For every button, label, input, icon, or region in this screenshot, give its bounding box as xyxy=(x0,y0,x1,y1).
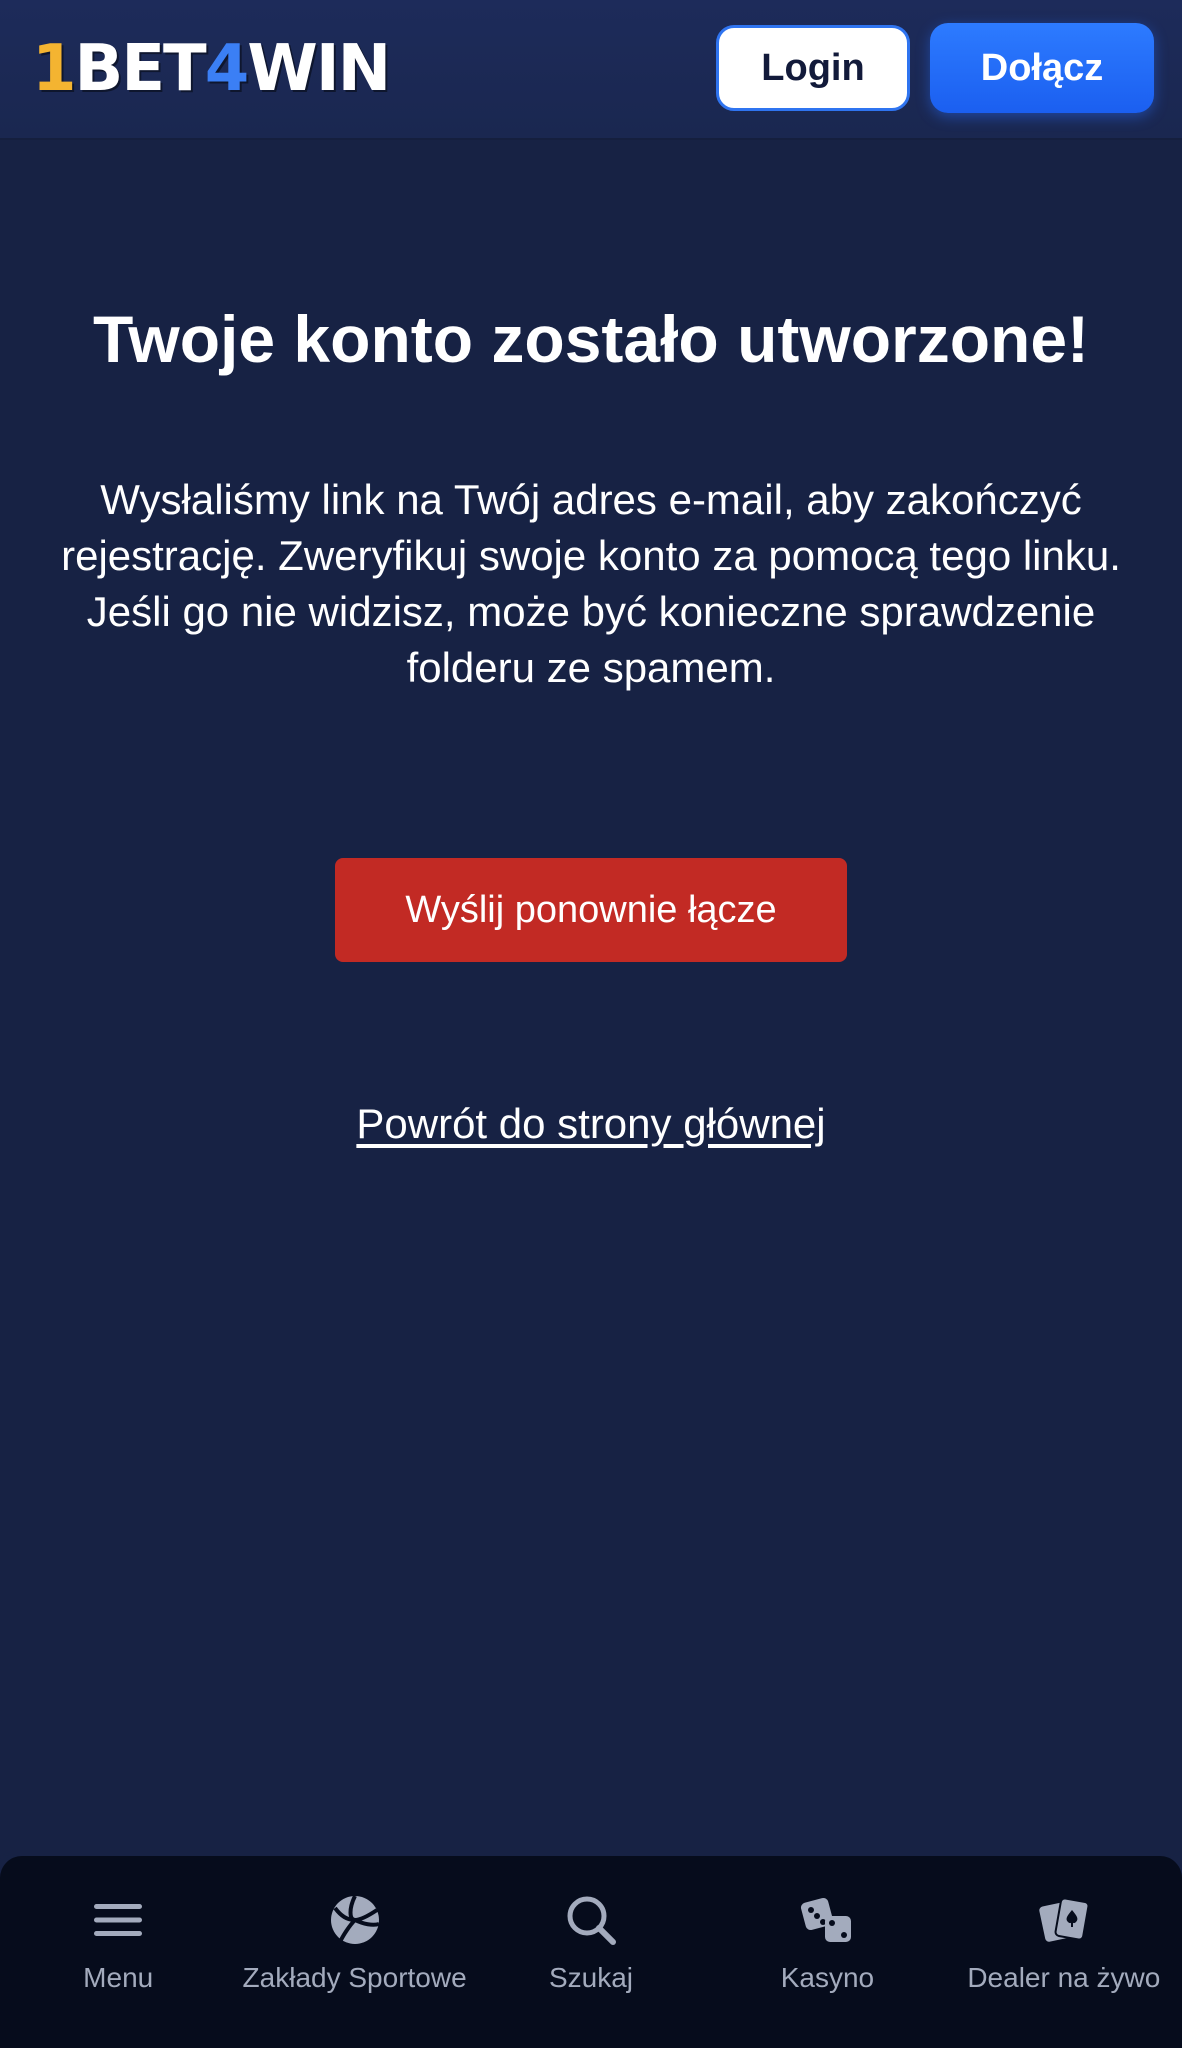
back-to-home-link[interactable]: Powrót do strony głównej xyxy=(0,1100,1182,1148)
nav-item-casino[interactable]: Kasyno xyxy=(709,1856,945,2048)
cards-icon xyxy=(1036,1892,1092,1948)
volleyball-icon xyxy=(327,1892,383,1948)
logo-part-1: 1 xyxy=(32,32,77,106)
nav-label-sports-betting: Zakłady Sportowe xyxy=(242,1962,467,1993)
page: 1 BET 4 WIN Login Dołącz Twoje konto został… xyxy=(0,0,1182,2048)
login-button[interactable]: Login xyxy=(716,25,910,111)
resend-link-button[interactable]: Wyślij ponownie łącze xyxy=(335,858,847,962)
logo-part-4: WIN xyxy=(247,32,391,106)
nav-label-live-dealer: Dealer na żywo xyxy=(967,1962,1161,1993)
header: 1 BET 4 WIN Login Dołącz xyxy=(0,0,1182,138)
bottom-navigation: Menu Zakłady Sportowe Szukaj Kasyno Deal… xyxy=(0,1856,1182,2048)
nav-item-live-dealer[interactable]: Dealer na żywo xyxy=(946,1856,1182,2048)
confirmation-message: Wysłaliśmy link na Twój adres e-mail, ab… xyxy=(61,476,1121,691)
brand-logo[interactable]: 1 BET 4 WIN xyxy=(32,32,391,106)
search-icon xyxy=(563,1892,619,1948)
menu-icon xyxy=(90,1892,146,1948)
nav-item-search[interactable]: Szukaj xyxy=(473,1856,709,2048)
nav-label-search: Szukaj xyxy=(548,1962,634,1993)
nav-label-casino: Kasyno xyxy=(780,1962,875,1993)
logo-part-3: 4 xyxy=(204,32,250,106)
join-button[interactable]: Dołącz xyxy=(930,23,1154,113)
dice-icon xyxy=(799,1892,855,1948)
nav-label-menu: Menu xyxy=(83,1962,154,1993)
nav-item-menu[interactable]: Menu xyxy=(0,1856,236,2048)
page-title: Twoje konto zostało utworzone! xyxy=(92,302,1090,376)
nav-item-sports-betting[interactable]: Zakłady Sportowe xyxy=(236,1856,472,2048)
logo-part-2: BET xyxy=(74,32,207,106)
